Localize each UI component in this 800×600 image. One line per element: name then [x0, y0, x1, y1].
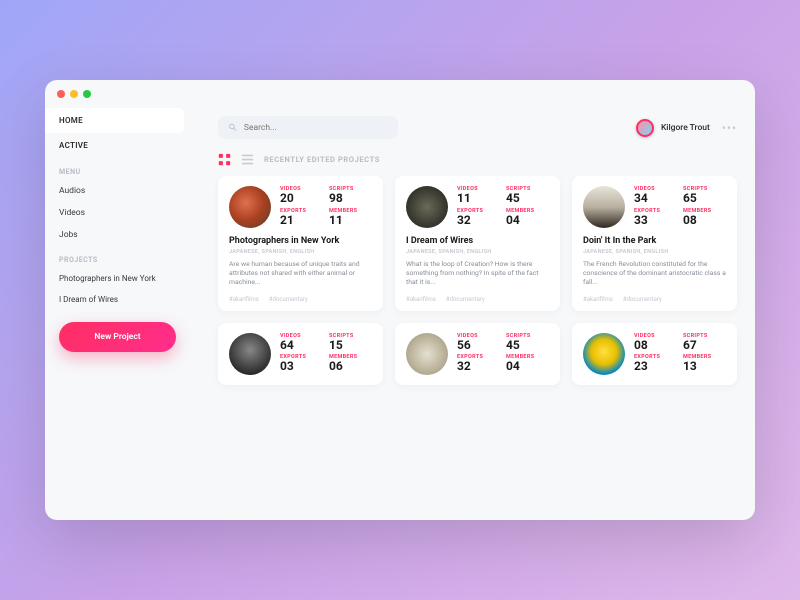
stat-scripts: 45	[506, 339, 549, 351]
stat-exports: 23	[634, 360, 677, 372]
project-description: The French Revolution constituted for th…	[583, 260, 726, 288]
stat-exports: 32	[457, 360, 500, 372]
project-stats: VIDEOS08 SCRIPTS67 EXPORTS23 MEMBERS13	[634, 333, 726, 375]
search-icon	[228, 122, 238, 133]
topbar: Kilgore Trout •••	[190, 108, 755, 149]
new-project-button[interactable]: New Project	[59, 322, 176, 352]
project-languages: JAPANESE, SPANISH, ENGLISH	[229, 249, 372, 255]
stat-members: 04	[506, 360, 549, 372]
project-title: Doin' It In the Park	[583, 236, 726, 246]
project-thumbnail	[583, 333, 625, 375]
project-stats: VIDEOS34 SCRIPTS65 EXPORTS33 MEMBERS08	[634, 186, 726, 228]
user-menu[interactable]: Kilgore Trout	[636, 119, 710, 137]
sidebar-project-0[interactable]: Photographers in New York	[45, 268, 190, 289]
cards-grid: VIDEOS20 SCRIPTS98 EXPORTS21 MEMBERS11 P…	[190, 176, 755, 520]
main-panel: Kilgore Trout ••• RECENTLY EDITED PROJEC…	[190, 108, 755, 520]
stat-scripts: 65	[683, 192, 726, 204]
project-thumbnail	[406, 186, 448, 228]
section-title: RECENTLY EDITED PROJECTS	[264, 155, 380, 164]
project-description: Are we human because of unique traits an…	[229, 260, 372, 288]
nav-active[interactable]: ACTIVE	[45, 133, 190, 158]
stat-members: 06	[329, 360, 372, 372]
grid-view-icon[interactable]	[218, 153, 231, 166]
project-stats: VIDEOS56 SCRIPTS45 EXPORTS32 MEMBERS04	[457, 333, 549, 375]
project-card[interactable]: VIDEOS08 SCRIPTS67 EXPORTS23 MEMBERS13 J…	[572, 323, 737, 385]
more-menu-icon[interactable]: •••	[722, 121, 737, 135]
project-languages: JAPANESE, SPANISH, ENGLISH	[583, 249, 726, 255]
sidebar-section-menu: MENU	[45, 158, 190, 180]
stat-scripts: 45	[506, 192, 549, 204]
stat-videos: 56	[457, 339, 500, 351]
stat-scripts: 98	[329, 192, 372, 204]
stat-exports: 33	[634, 214, 677, 226]
project-description: What is the loop of Creation? How is the…	[406, 260, 549, 288]
project-stats: VIDEOS20 SCRIPTS98 EXPORTS21 MEMBERS11	[280, 186, 372, 228]
project-languages: JAPANESE, SPANISH, ENGLISH	[406, 249, 549, 255]
project-tags: #akarifilms#documentary	[583, 296, 726, 303]
sidebar-project-1[interactable]: I Dream of Wires	[45, 289, 190, 310]
project-title: Photographers in New York	[229, 236, 372, 246]
stat-members: 08	[683, 214, 726, 226]
stat-members: 04	[506, 214, 549, 226]
search-input[interactable]	[244, 123, 388, 133]
sidebar-section-projects: PROJECTS	[45, 246, 190, 268]
stat-videos: 08	[634, 339, 677, 351]
app-body: HOME ACTIVE MENU Audios Videos Jobs PROJ…	[45, 108, 755, 520]
sidebar-item-audios[interactable]: Audios	[45, 180, 190, 202]
stat-videos: 20	[280, 192, 323, 204]
window-zoom-icon[interactable]	[83, 90, 91, 98]
avatar	[636, 119, 654, 137]
stat-exports: 32	[457, 214, 500, 226]
section-header: RECENTLY EDITED PROJECTS	[190, 149, 755, 176]
sidebar-item-jobs[interactable]: Jobs	[45, 224, 190, 246]
project-card[interactable]: VIDEOS64 SCRIPTS15 EXPORTS03 MEMBERS06 J…	[218, 323, 383, 385]
list-view-icon[interactable]	[241, 153, 254, 166]
stat-members: 11	[329, 214, 372, 226]
stat-members: 13	[683, 360, 726, 372]
project-title: I Dream of Wires	[406, 236, 549, 246]
project-card[interactable]: VIDEOS20 SCRIPTS98 EXPORTS21 MEMBERS11 P…	[218, 176, 383, 311]
nav-home[interactable]: HOME	[45, 108, 184, 133]
project-card[interactable]: VIDEOS11 SCRIPTS45 EXPORTS32 MEMBERS04 I…	[395, 176, 560, 311]
project-card[interactable]: VIDEOS34 SCRIPTS65 EXPORTS33 MEMBERS08 D…	[572, 176, 737, 311]
stat-videos: 64	[280, 339, 323, 351]
project-tags: #akarifilms#documentary	[229, 296, 372, 303]
search-box[interactable]	[218, 116, 398, 139]
stat-exports: 21	[280, 214, 323, 226]
project-thumbnail	[229, 333, 271, 375]
project-stats: VIDEOS11 SCRIPTS45 EXPORTS32 MEMBERS04	[457, 186, 549, 228]
project-tags: #akarifilms#documentary	[406, 296, 549, 303]
sidebar: HOME ACTIVE MENU Audios Videos Jobs PROJ…	[45, 108, 190, 520]
sidebar-item-videos[interactable]: Videos	[45, 202, 190, 224]
username: Kilgore Trout	[661, 123, 710, 133]
app-window: HOME ACTIVE MENU Audios Videos Jobs PROJ…	[45, 80, 755, 520]
stat-exports: 03	[280, 360, 323, 372]
stat-scripts: 15	[329, 339, 372, 351]
project-thumbnail	[583, 186, 625, 228]
stat-scripts: 67	[683, 339, 726, 351]
project-stats: VIDEOS64 SCRIPTS15 EXPORTS03 MEMBERS06	[280, 333, 372, 375]
project-thumbnail	[406, 333, 448, 375]
window-minimize-icon[interactable]	[70, 90, 78, 98]
project-thumbnail	[229, 186, 271, 228]
window-titlebar	[45, 80, 755, 108]
window-close-icon[interactable]	[57, 90, 65, 98]
project-card[interactable]: VIDEOS56 SCRIPTS45 EXPORTS32 MEMBERS04 J…	[395, 323, 560, 385]
stat-videos: 11	[457, 192, 500, 204]
stat-videos: 34	[634, 192, 677, 204]
